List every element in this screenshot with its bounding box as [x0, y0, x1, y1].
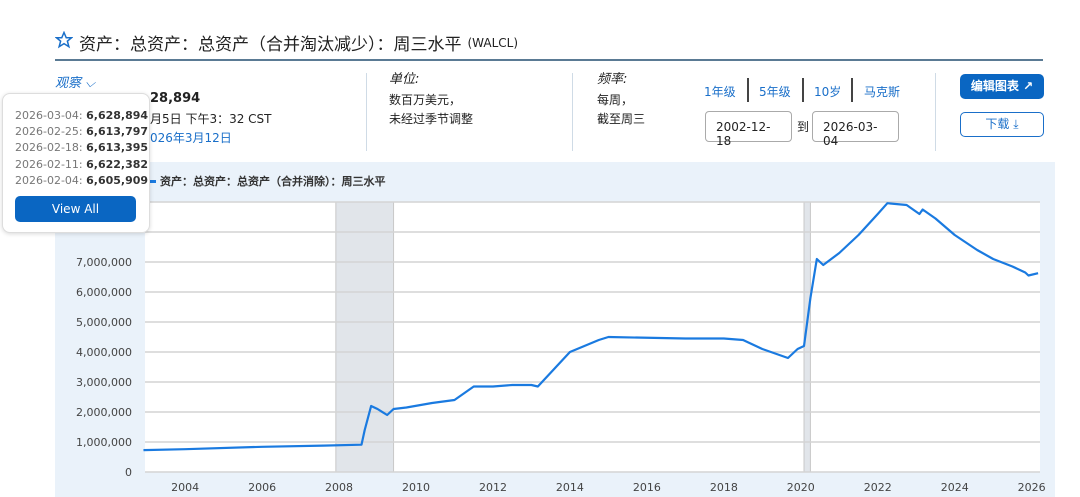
observation-row: 2026-02-11: 6,622,382: [15, 157, 148, 173]
obs-date: 2026-02-18:: [15, 141, 83, 155]
obs-date: 2026-02-11:: [15, 157, 83, 171]
y-tick-label: 7,000,000: [76, 256, 132, 269]
x-tick-label: 2004: [171, 481, 199, 494]
y-tick-label: 1,000,000: [76, 436, 132, 449]
y-tick-label: 3,000,000: [76, 376, 132, 389]
obs-value: 6,628,894: [86, 109, 149, 122]
x-tick-label: 2012: [479, 481, 507, 494]
line-chart[interactable]: 0 1,000,000 2,000,000 3,000,000 4,000,000 5,0…: [0, 0, 1080, 497]
y-tick-label: 6,000,000: [76, 286, 132, 299]
obs-value: 6,613,395: [86, 141, 149, 155]
observations-popup: 2026-03-04: 6,628,894 2026-02-25: 6,613,7…: [2, 93, 150, 233]
obs-value: 6,622,382: [86, 157, 149, 171]
view-all-button[interactable]: View All: [15, 196, 136, 223]
x-tick-label: 2008: [325, 481, 353, 494]
observation-row: 2026-02-25: 6,613,797: [15, 124, 148, 140]
x-tick-label: 2014: [556, 481, 584, 494]
observation-row: 2026-02-04: 6,605,909: [15, 173, 148, 189]
x-tick-label: 2024: [941, 481, 969, 494]
obs-value: 6,613,797: [86, 125, 149, 139]
y-tick-label: 4,000,000: [76, 346, 132, 359]
x-tick-label: 2026: [1018, 481, 1046, 494]
x-tick-label: 2010: [402, 481, 430, 494]
x-tick-label: 2006: [248, 481, 276, 494]
x-tick-label: 2020: [787, 481, 815, 494]
x-tick-label: 2022: [864, 481, 892, 494]
obs-value: 6,605,909: [86, 173, 149, 187]
plot-area: [145, 202, 1040, 472]
observation-row: 2026-02-18: 6,613,395: [15, 140, 148, 156]
x-tick-label: 2018: [710, 481, 738, 494]
y-tick-label: 2,000,000: [76, 406, 132, 419]
x-tick-label: 2016: [633, 481, 661, 494]
observation-row: 2026-03-04: 6,628,894: [15, 108, 148, 124]
obs-date: 2026-02-25:: [15, 125, 83, 139]
y-tick-label: 0: [125, 466, 132, 479]
obs-date: 2026-02-04:: [15, 173, 83, 187]
y-tick-label: 5,000,000: [76, 316, 132, 329]
obs-date: 2026-03-04:: [15, 109, 83, 122]
